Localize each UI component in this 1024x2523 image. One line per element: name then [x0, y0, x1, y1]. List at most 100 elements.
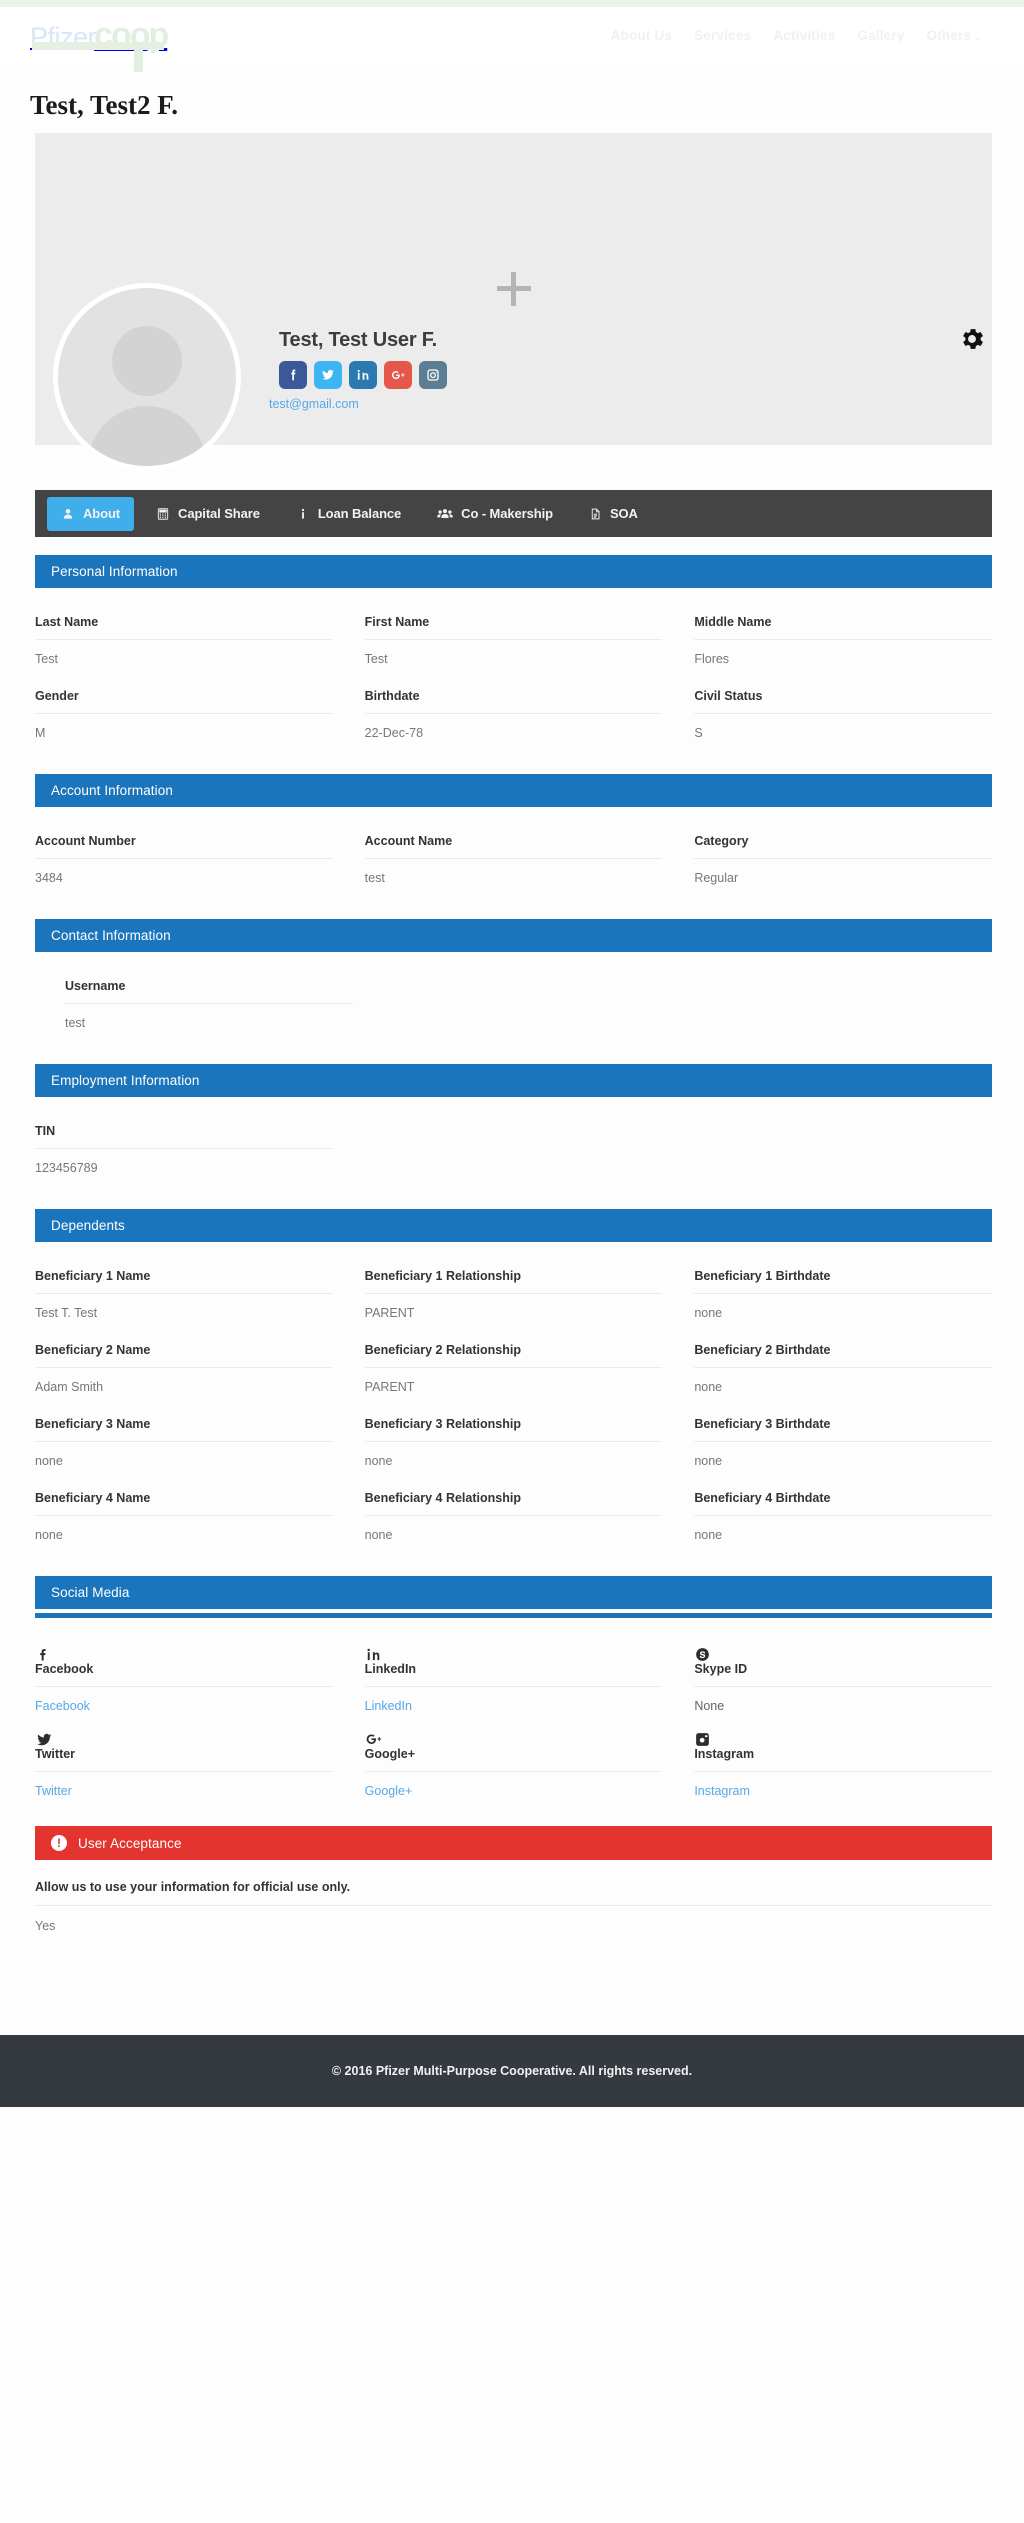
acceptance-question: Allow us to use your information for off… — [35, 1880, 351, 1894]
field-label: Beneficiary 3 Relationship — [364, 1417, 521, 1431]
page-footer: © 2016 Pfizer Multi-Purpose Cooperative.… — [0, 2035, 1024, 2107]
facebook-icon[interactable] — [279, 361, 307, 389]
field-value: none — [694, 1367, 992, 1404]
tab-soa[interactable]: SOA — [575, 497, 652, 531]
section-header-personal: Personal Information — [35, 555, 992, 588]
field-value: none — [694, 1441, 992, 1478]
field-label: Beneficiary 2 Birthdate — [694, 1343, 831, 1357]
linkedin-icon — [365, 1634, 663, 1661]
tab-about[interactable]: About — [47, 496, 135, 531]
field-label: Civil Status — [694, 689, 763, 703]
googleplus-icon[interactable] — [384, 361, 412, 389]
field-label: Account Number — [35, 834, 136, 848]
field-value: none — [694, 1515, 992, 1552]
social-item-instagram: Instagram Instagram — [694, 1719, 992, 1804]
field-label: Beneficiary 3 Birthdate — [694, 1417, 831, 1431]
social-value-link[interactable]: LinkedIn — [364, 1686, 663, 1719]
field-value: PARENT — [364, 1367, 663, 1404]
field-value: none — [364, 1515, 663, 1552]
section-contact-information: Contact Information Username test — [35, 919, 992, 1046]
main-menu: About Us Services Activities Gallery Oth… — [611, 28, 982, 43]
avatar-head-shape — [112, 326, 182, 396]
field-label: Beneficiary 1 Birthdate — [694, 1269, 831, 1283]
avatar-body-shape — [88, 406, 206, 466]
tab-capital-share-label: Capital Share — [178, 506, 260, 521]
nav-item-about-us[interactable]: About Us — [611, 28, 673, 43]
social-value-link[interactable]: Facebook — [35, 1686, 333, 1719]
field-gender: Gender M — [35, 678, 333, 750]
social-label: Google+ — [364, 1747, 416, 1761]
nav-item-others[interactable]: Others ⌄ — [927, 28, 982, 43]
field-value: 123456789 — [35, 1148, 333, 1185]
section-header-label: User Acceptance — [78, 1835, 182, 1851]
tab-soa-label: SOA — [609, 506, 638, 521]
field-beneficiary-4-name: Beneficiary 4 Name none — [35, 1480, 333, 1552]
social-value-link[interactable]: Instagram — [694, 1771, 992, 1804]
footer-copyright: © 2016 Pfizer Multi-Purpose Cooperative.… — [331, 2064, 693, 2078]
field-label: Beneficiary 4 Birthdate — [694, 1491, 831, 1505]
field-label: Beneficiary 2 Relationship — [364, 1343, 521, 1357]
profile-display-name: Test, Test User F. — [279, 329, 437, 351]
field-beneficiary-3-relationship: Beneficiary 3 Relationship none — [364, 1406, 663, 1478]
add-cover-photo-icon[interactable] — [496, 272, 531, 306]
field-beneficiary-1-relationship: Beneficiary 1 Relationship PARENT — [364, 1258, 663, 1330]
section-dependents: Dependents Beneficiary 1 Name Test T. Te… — [35, 1209, 992, 1558]
field-label: Username — [65, 979, 126, 993]
field-value: M — [35, 713, 333, 750]
tab-about-label: About — [83, 506, 121, 521]
field-beneficiary-3-name: Beneficiary 3 Name none — [35, 1406, 333, 1478]
field-value: none — [35, 1515, 333, 1552]
bottom-spacer — [0, 1943, 1024, 2035]
field-label: Gender — [35, 689, 79, 703]
linkedin-icon[interactable] — [349, 361, 377, 389]
calculator-icon — [156, 507, 170, 521]
avatar[interactable] — [53, 283, 241, 471]
user-acceptance-body: Allow us to use your information for off… — [35, 1860, 992, 1943]
profile-email-link[interactable]: test@gmail.com — [269, 397, 447, 411]
field-value: S — [694, 713, 992, 750]
field-value: none — [364, 1441, 663, 1478]
section-header-user-acceptance: ! User Acceptance — [35, 1826, 992, 1860]
field-label: Beneficiary 1 Relationship — [364, 1269, 521, 1283]
field-middle-name: Middle Name Flores — [694, 604, 992, 676]
nav-item-services[interactable]: Services — [694, 28, 751, 43]
field-value: test — [65, 1003, 353, 1040]
social-label: Facebook — [35, 1662, 94, 1676]
gear-icon[interactable] — [958, 325, 986, 353]
field-label: First Name — [364, 615, 430, 629]
twitter-icon[interactable] — [314, 361, 342, 389]
grid-spacer — [694, 1113, 992, 1187]
contact-fields-grid: Username test — [35, 952, 992, 1046]
profile-tab-bar: About Capital Share Loan Balance Co - Ma… — [35, 490, 992, 537]
section-user-acceptance: ! User Acceptance Allow us to use your i… — [35, 1826, 992, 1943]
nav-item-activities[interactable]: Activities — [773, 28, 835, 43]
exclamation-icon: ! — [51, 1835, 67, 1851]
section-social-media: Social Media Facebook Facebook LinkedIn … — [35, 1576, 992, 1808]
field-first-name: First Name Test — [364, 604, 663, 676]
field-category: Category Regular — [694, 823, 992, 895]
tab-co-makership[interactable]: Co - Makership — [423, 497, 567, 531]
social-value-link[interactable]: Google+ — [364, 1771, 663, 1804]
tab-loan-balance[interactable]: Loan Balance — [282, 497, 415, 531]
social-item-linkedin: LinkedIn LinkedIn — [364, 1634, 663, 1719]
skype-icon — [694, 1634, 992, 1661]
nav-item-gallery[interactable]: Gallery — [857, 28, 904, 43]
grid-spacer — [385, 968, 673, 1042]
profile-cover-area: Test, Test User F. test@gmail.com — [35, 133, 992, 478]
acceptance-answer: Yes — [35, 1905, 992, 1943]
tab-capital-share[interactable]: Capital Share — [142, 497, 274, 531]
field-beneficiary-4-relationship: Beneficiary 4 Relationship none — [364, 1480, 663, 1552]
site-logo[interactable]: Pfizer coop — [30, 16, 169, 72]
field-value: none — [694, 1293, 992, 1330]
field-value: Adam Smith — [35, 1367, 333, 1404]
field-beneficiary-1-birthdate: Beneficiary 1 Birthdate none — [694, 1258, 992, 1330]
field-value: PARENT — [364, 1293, 663, 1330]
instagram-icon[interactable] — [419, 361, 447, 389]
nav-item-others-label: Others — [926, 27, 972, 43]
profile-meta: Test, Test User F. test@gmail.com — [269, 329, 447, 411]
field-value: test — [364, 858, 663, 895]
social-value-link[interactable]: Twitter — [35, 1771, 333, 1804]
section-personal-information: Personal Information Last Name Test Firs… — [35, 555, 992, 756]
field-value: Test — [364, 639, 663, 676]
field-value: 22-Dec-78 — [364, 713, 663, 750]
